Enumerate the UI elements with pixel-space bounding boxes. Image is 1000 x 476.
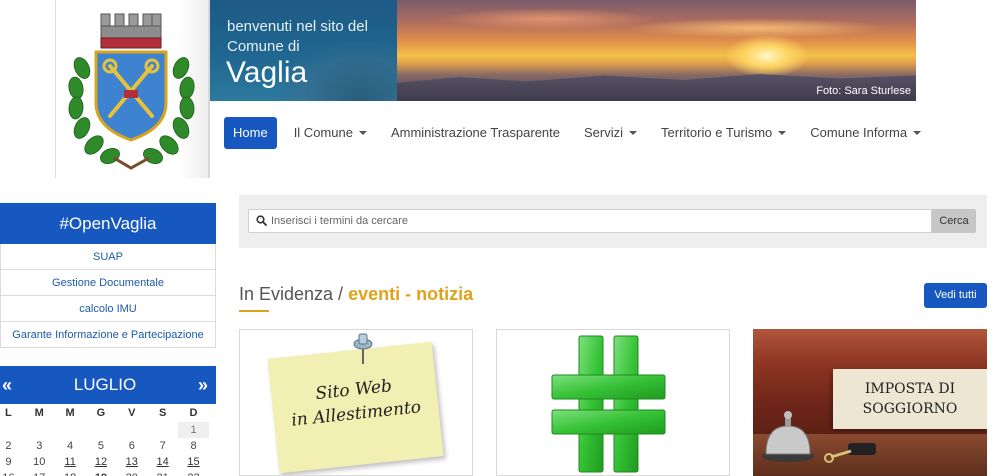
featured-card-farmacia[interactable] bbox=[496, 329, 730, 476]
nav-il-comune-label: Il Comune bbox=[293, 125, 353, 140]
nav-servizi[interactable]: Servizi bbox=[572, 117, 649, 149]
sidebar: #OpenVaglia SUAP Gestione Documentale ca… bbox=[0, 203, 216, 348]
coat-of-arms-icon bbox=[68, 13, 195, 170]
nav-comune-informa[interactable]: Comune Informa bbox=[798, 117, 933, 149]
calendar-day: 6 bbox=[128, 440, 135, 452]
calendar-next-button[interactable]: » bbox=[198, 375, 208, 396]
nav-amministrazione-label: Amministrazione Trasparente bbox=[390, 125, 561, 140]
calendar-day: 8 bbox=[190, 440, 197, 452]
postit-text: Sito Web in Allestimento bbox=[270, 370, 439, 435]
calendar-header: « LUGLIO » bbox=[0, 366, 216, 404]
calendar-day: 16 bbox=[0, 470, 24, 476]
calendar-prev-button[interactable]: « bbox=[2, 375, 12, 396]
calendar-day bbox=[147, 422, 178, 438]
featured-title: In Evidenza / eventi - notizia bbox=[239, 284, 473, 305]
photo-credit: Foto: Sara Sturlese bbox=[816, 85, 911, 97]
calendar-grid: L M M G V S D 1 2 3 4 5 6 7 8 9 10 11 12… bbox=[0, 404, 209, 476]
nav-territorio-turismo[interactable]: Territorio e Turismo bbox=[649, 117, 798, 149]
featured-title-prefix: In Evidenza / bbox=[239, 284, 349, 304]
calendar-day: 17 bbox=[24, 470, 55, 476]
calendar-day: 4 bbox=[67, 440, 74, 452]
caret-down-icon bbox=[358, 131, 367, 135]
weekday: M bbox=[65, 407, 75, 419]
calendar-day: 9 bbox=[5, 456, 12, 468]
pharmacy-cross-icon bbox=[551, 335, 666, 473]
calendar-day bbox=[0, 422, 24, 438]
weekday: V bbox=[128, 407, 136, 419]
calendar-day: 3 bbox=[36, 440, 43, 452]
calendar-day: 2 bbox=[5, 440, 12, 452]
caret-down-icon bbox=[778, 131, 787, 135]
sidebar-link-suap[interactable]: SUAP bbox=[0, 244, 216, 270]
calendar-day bbox=[86, 422, 117, 438]
banner-title-panel: benvenuti nel sito del Comune di Vaglia bbox=[210, 0, 397, 101]
main-nav: Home Il Comune Amministrazione Trasparen… bbox=[224, 117, 933, 149]
featured-underline bbox=[239, 310, 269, 312]
calendar-day: 10 bbox=[33, 456, 46, 468]
caret-down-icon bbox=[629, 131, 638, 135]
featured-card-sito-web[interactable]: Sito Web in Allestimento bbox=[239, 329, 473, 476]
view-all-button[interactable]: Vedi tutti bbox=[924, 283, 987, 308]
sign-line-2: SOGGIORNO bbox=[862, 401, 958, 417]
search-bar: Cerca bbox=[239, 195, 987, 248]
town-name: Vaglia bbox=[226, 56, 308, 89]
sidebar-link-gestione-documentale[interactable]: Gestione Documentale bbox=[0, 270, 216, 296]
nav-amministrazione-trasparente[interactable]: Amministrazione Trasparente bbox=[379, 117, 572, 149]
featured-card-imposta-soggiorno[interactable]: IMPOSTA DI SOGGIORNO bbox=[753, 329, 987, 476]
sidebar-link-garante[interactable]: Garante Informazione e Partecipazione bbox=[0, 322, 216, 348]
caret-down-icon bbox=[913, 131, 922, 135]
banner-welcome-text: benvenuti nel sito del Comune di bbox=[227, 17, 368, 57]
calendar-day: 1 bbox=[178, 422, 209, 438]
sidebar-link-calcolo-imu[interactable]: calcolo IMU bbox=[0, 296, 216, 322]
reception-bell-icon bbox=[762, 411, 814, 462]
calendar-month: LUGLIO bbox=[73, 375, 137, 394]
calendar-day-today[interactable]: 19 bbox=[86, 470, 117, 476]
openvaglia-title[interactable]: #OpenVaglia bbox=[0, 203, 216, 244]
search-field bbox=[248, 209, 932, 233]
calendar-day: 21 bbox=[147, 470, 178, 476]
header-banner: benvenuti nel sito del Comune di Vaglia … bbox=[210, 0, 916, 101]
calendar-day-link[interactable]: 15 bbox=[178, 454, 209, 470]
search-input[interactable] bbox=[271, 213, 921, 229]
calendar-day-link[interactable]: 12 bbox=[86, 454, 117, 470]
weekday: D bbox=[189, 407, 198, 419]
calendar-day bbox=[116, 422, 147, 438]
weekday: L bbox=[5, 407, 12, 419]
nav-territorio-label: Territorio e Turismo bbox=[661, 125, 773, 140]
imposta-sign: IMPOSTA DI SOGGIORNO bbox=[833, 369, 987, 429]
calendar-day bbox=[55, 422, 86, 438]
featured-title-accent: eventi - notizia bbox=[348, 284, 474, 304]
calendar-day: 5 bbox=[97, 440, 105, 452]
sign-line-1: IMPOSTA DI bbox=[864, 381, 956, 397]
logo-area[interactable] bbox=[55, 0, 210, 178]
events-calendar: « LUGLIO » L M M G V S D 1 2 3 4 5 6 7 8… bbox=[0, 366, 216, 476]
nav-home-label: Home bbox=[233, 125, 268, 140]
calendar-day: 22 bbox=[178, 470, 209, 476]
sunset-photo: Foto: Sara Sturlese bbox=[397, 0, 916, 101]
calendar-day: 7 bbox=[159, 440, 166, 452]
welcome-line-2: Comune di bbox=[227, 38, 300, 55]
calendar-day-link[interactable]: 11 bbox=[55, 454, 86, 470]
search-icon bbox=[256, 215, 267, 226]
calendar-day: 18 bbox=[55, 470, 86, 476]
weekday: M bbox=[34, 407, 44, 419]
weekday: G bbox=[96, 407, 106, 419]
search-button[interactable]: Cerca bbox=[932, 209, 976, 233]
pushpin-icon bbox=[353, 333, 373, 364]
nav-il-comune[interactable]: Il Comune bbox=[282, 117, 379, 149]
nav-comune-informa-label: Comune Informa bbox=[810, 125, 908, 140]
nav-home[interactable]: Home bbox=[224, 117, 277, 149]
calendar-day bbox=[24, 422, 55, 438]
nav-servizi-label: Servizi bbox=[584, 125, 624, 140]
weekday: S bbox=[158, 407, 167, 419]
calendar-day-link[interactable]: 14 bbox=[147, 454, 178, 470]
keys-icon bbox=[824, 443, 876, 463]
calendar-day-link[interactable]: 13 bbox=[116, 454, 147, 470]
welcome-line-1: benvenuti nel sito del bbox=[227, 18, 368, 35]
calendar-day: 20 bbox=[116, 470, 147, 476]
